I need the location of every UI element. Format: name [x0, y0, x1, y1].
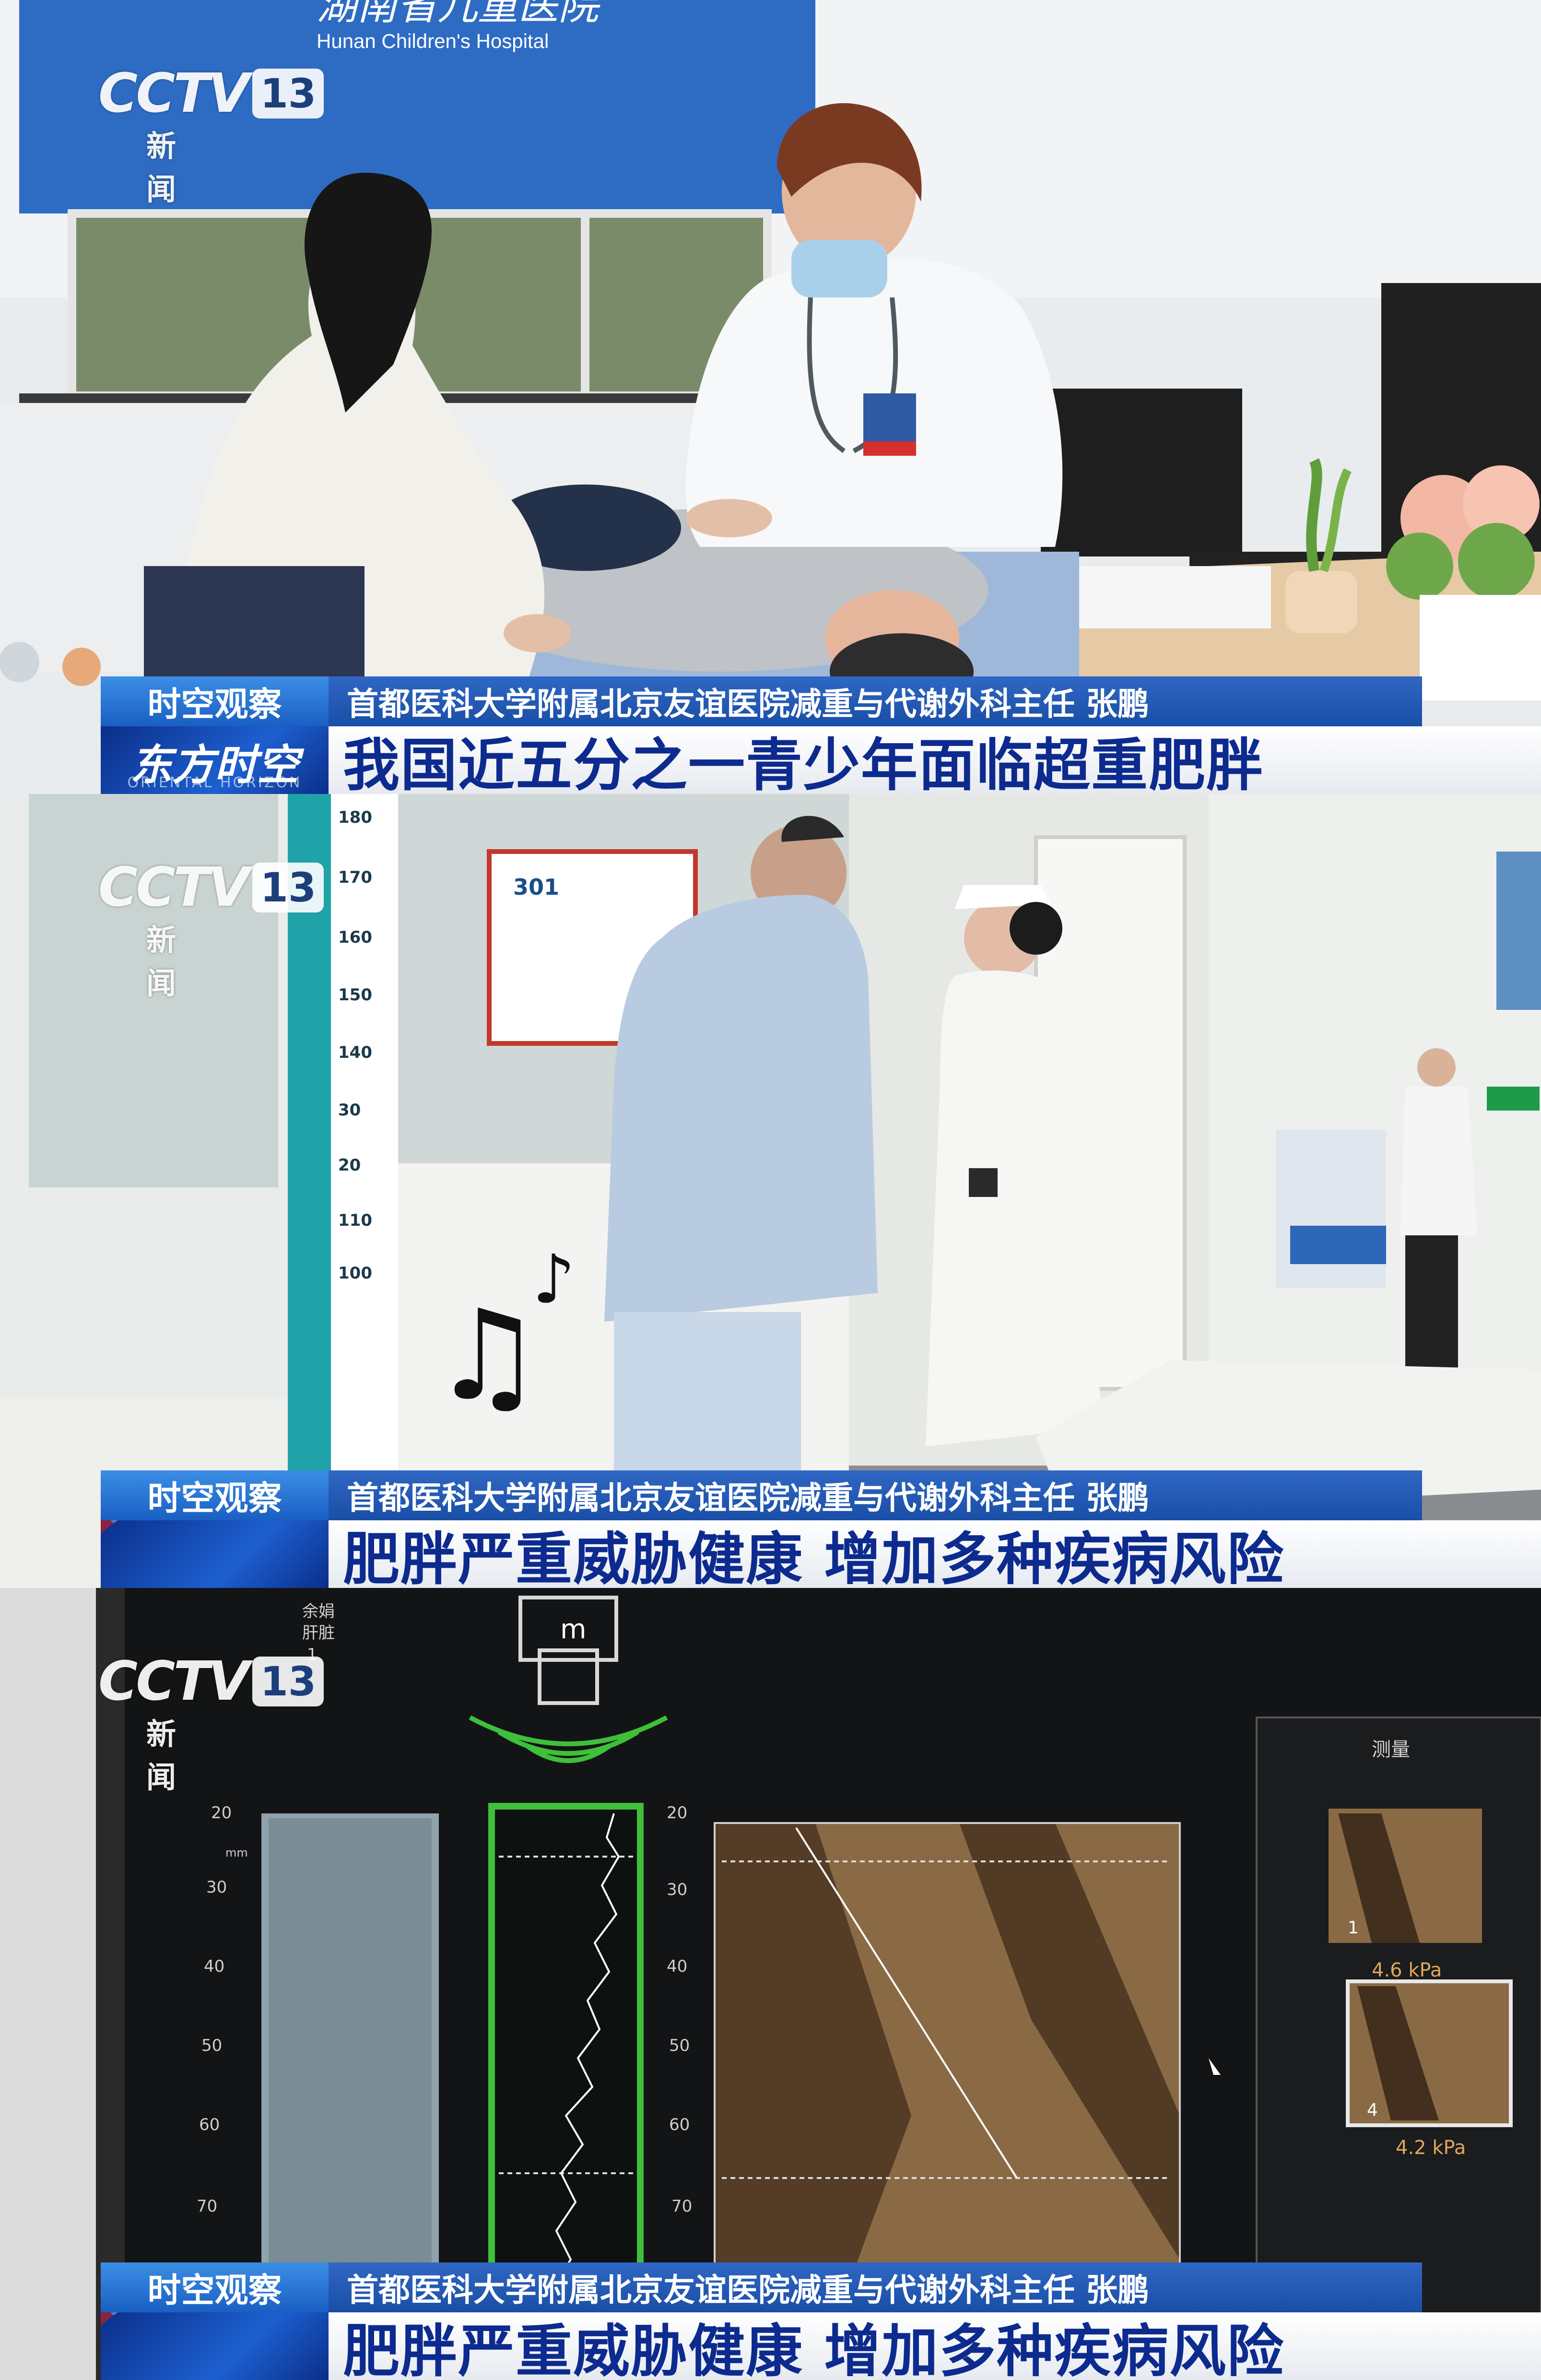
right-axis-tick: 50	[669, 2036, 690, 2055]
headline: 肥胖严重威胁健康 增加多种疾病风险	[329, 2312, 1541, 2380]
column-tag: 时空观察	[101, 2262, 329, 2312]
height-mark-140: 140	[338, 1043, 372, 1062]
measurement-title: 测量	[1372, 1739, 1410, 1761]
thumb-1-index: 1	[1348, 1918, 1359, 1938]
right-axis-tick: 20	[667, 1803, 687, 1823]
program-swirl-graphic	[101, 1520, 329, 1588]
height-mark-160: 160	[338, 928, 372, 947]
frame-1: 湖南省儿童医院 Hunan Children's Hospital CCTV 1…	[0, 0, 1541, 794]
program-swirl-graphic	[101, 2312, 329, 2380]
logo-channel-subtitle: 新 闻	[146, 129, 205, 207]
cctv13-logo: CCTV 13 新 闻	[98, 62, 324, 208]
height-mark-30: 30	[338, 1101, 361, 1120]
height-mark-170: 170	[338, 868, 372, 887]
thumb-4-value: 4.2 kPa	[1396, 2137, 1466, 2159]
left-axis-tick: 40	[204, 1957, 224, 1976]
svg-text:♪: ♪	[532, 1241, 575, 1319]
left-axis-tick: 50	[201, 2036, 222, 2055]
thumb-4-index: 4	[1367, 2100, 1378, 2120]
cctv13-logo: CCTV 13 新 闻	[98, 856, 324, 1002]
left-axis-tick: 60	[199, 2115, 220, 2134]
logo-cctv-text: CCTV	[98, 1650, 249, 1713]
logo-cctv-text: CCTV	[98, 62, 249, 125]
program-logo: 东方时空 ORIENTAL HORIZON	[101, 726, 329, 794]
lower-third: 时空观察 首都医科大学附属北京友谊医院减重与代谢外科主任 张鹏 肥胖严重威胁健康…	[101, 2262, 1541, 2380]
headline: 我国近五分之一青少年面临超重肥胖	[329, 726, 1541, 794]
logo-channel-number: 13	[252, 1657, 324, 1706]
program-logo-graphic	[101, 2312, 329, 2380]
right-axis-tick: 40	[667, 1957, 687, 1976]
height-mark-150: 150	[338, 985, 372, 1005]
headline: 肥胖严重威胁健康 增加多种疾病风险	[329, 1520, 1541, 1588]
frame-3: 余娟 肝脏 1 m 20 30 40 50 60 70 mm 20 30 40 …	[0, 1588, 1541, 2380]
probe-label: m	[560, 1614, 587, 1645]
logo-channel-number: 13	[252, 863, 324, 912]
right-axis-tick: 60	[669, 2115, 690, 2134]
screen-organ: 肝脏	[302, 1623, 335, 1643]
left-axis-tick: 20	[211, 1803, 232, 1823]
column-tag: 时空观察	[101, 1470, 329, 1520]
axis-unit: mm	[225, 1846, 248, 1859]
screen-patient-name: 余娟	[302, 1602, 335, 1621]
svg-text:♫: ♫	[432, 1283, 543, 1428]
right-axis-tick: 70	[671, 2197, 692, 2216]
lower-third: 时空观察 首都医科大学附属北京友谊医院减重与代谢外科主任 张鹏 东方时空 ORI…	[101, 676, 1541, 794]
banner-cn-text: 湖南省儿童医院	[317, 0, 604, 29]
program-logo-graphic	[101, 1520, 329, 1588]
right-axis-tick: 30	[667, 1880, 687, 1899]
thumb-1-value: 4.6 kPa	[1372, 1959, 1442, 1981]
height-mark-110: 110	[338, 1211, 372, 1230]
cctv13-logo: CCTV 13 新 闻	[98, 1650, 324, 1796]
logo-channel-number: 13	[252, 69, 324, 118]
banner-en-text: Hunan Children's Hospital	[317, 30, 549, 52]
column-tag: 时空观察	[101, 676, 329, 726]
height-mark-100: 100	[338, 1264, 372, 1283]
logo-cctv-text: CCTV	[98, 856, 249, 919]
left-axis-tick: 70	[197, 2197, 217, 2216]
height-mark-20: 20	[338, 1156, 361, 1175]
logo-channel-subtitle: 新 闻	[146, 923, 205, 1001]
program-name-en: ORIENTAL HORIZON	[127, 774, 302, 791]
wall-logo: 301	[513, 874, 559, 900]
height-mark-180: 180	[338, 808, 372, 827]
frame-2: 180 170 160 150 140 30 20 110 100 301 ♫ …	[0, 794, 1541, 1588]
left-axis-tick: 30	[206, 1878, 227, 1897]
lower-third: 时空观察 首都医科大学附属北京友谊医院减重与代谢外科主任 张鹏 肥胖严重威胁健康…	[101, 1470, 1541, 1588]
logo-channel-subtitle: 新 闻	[146, 1717, 205, 1795]
